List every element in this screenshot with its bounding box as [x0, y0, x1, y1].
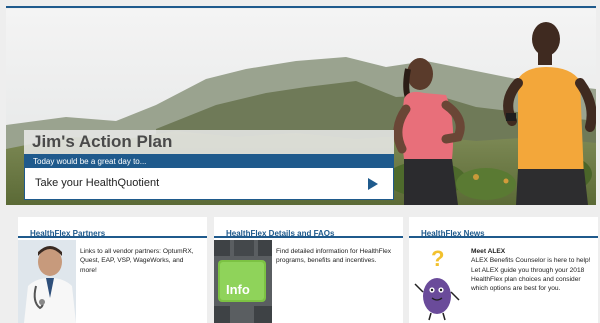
news-card-lead: Meet ALEX: [471, 248, 506, 255]
details-card-header: HealthFlex Details and FAQs: [214, 217, 403, 238]
details-card-title[interactable]: HealthFlex Details and FAQs: [226, 229, 334, 238]
info-key-icon: Info: [214, 240, 272, 323]
news-card-text: Meet ALEX ALEX Benefits Counselor is her…: [471, 247, 593, 293]
info-key-label: Info: [226, 282, 250, 297]
partners-card-header: HealthFlex Partners: [18, 217, 207, 238]
action-plan-prompt: Today would be a great day to...: [25, 155, 393, 168]
doctor-icon: [18, 240, 76, 323]
page: Jim's Action Plan Today would be a great…: [0, 0, 600, 323]
alex-character-icon: ?: [409, 240, 467, 323]
play-triangle-icon[interactable]: [368, 178, 378, 190]
top-rule: [6, 6, 596, 8]
healthquotient-action[interactable]: Take your HealthQuotient: [25, 168, 393, 199]
details-card: HealthFlex Details and FAQs Info Find de…: [214, 217, 403, 323]
partners-card-text: Links to all vendor partners: OptumRX, Q…: [80, 248, 194, 274]
partners-card-title[interactable]: HealthFlex Partners: [30, 229, 105, 238]
action-plan-title: Jim's Action Plan: [24, 130, 394, 154]
svg-text:?: ?: [431, 246, 444, 271]
news-card-title[interactable]: HealthFlex News: [421, 229, 485, 238]
partners-card: HealthFlex Partners Links to all vendor …: [18, 217, 207, 323]
action-plan-card: Today would be a great day to... Take yo…: [24, 154, 394, 200]
details-card-text: Find detailed information for HealthFlex…: [276, 248, 392, 265]
news-card-body: ALEX Benefits Counselor is here to help!…: [471, 257, 591, 293]
news-card-header: HealthFlex News: [409, 217, 598, 238]
hero-banner: Jim's Action Plan Today would be a great…: [6, 9, 596, 205]
healthquotient-action-label: Take your HealthQuotient: [35, 177, 160, 189]
news-card: HealthFlex News ? Meet ALEX ALEX Benefit…: [409, 217, 598, 323]
